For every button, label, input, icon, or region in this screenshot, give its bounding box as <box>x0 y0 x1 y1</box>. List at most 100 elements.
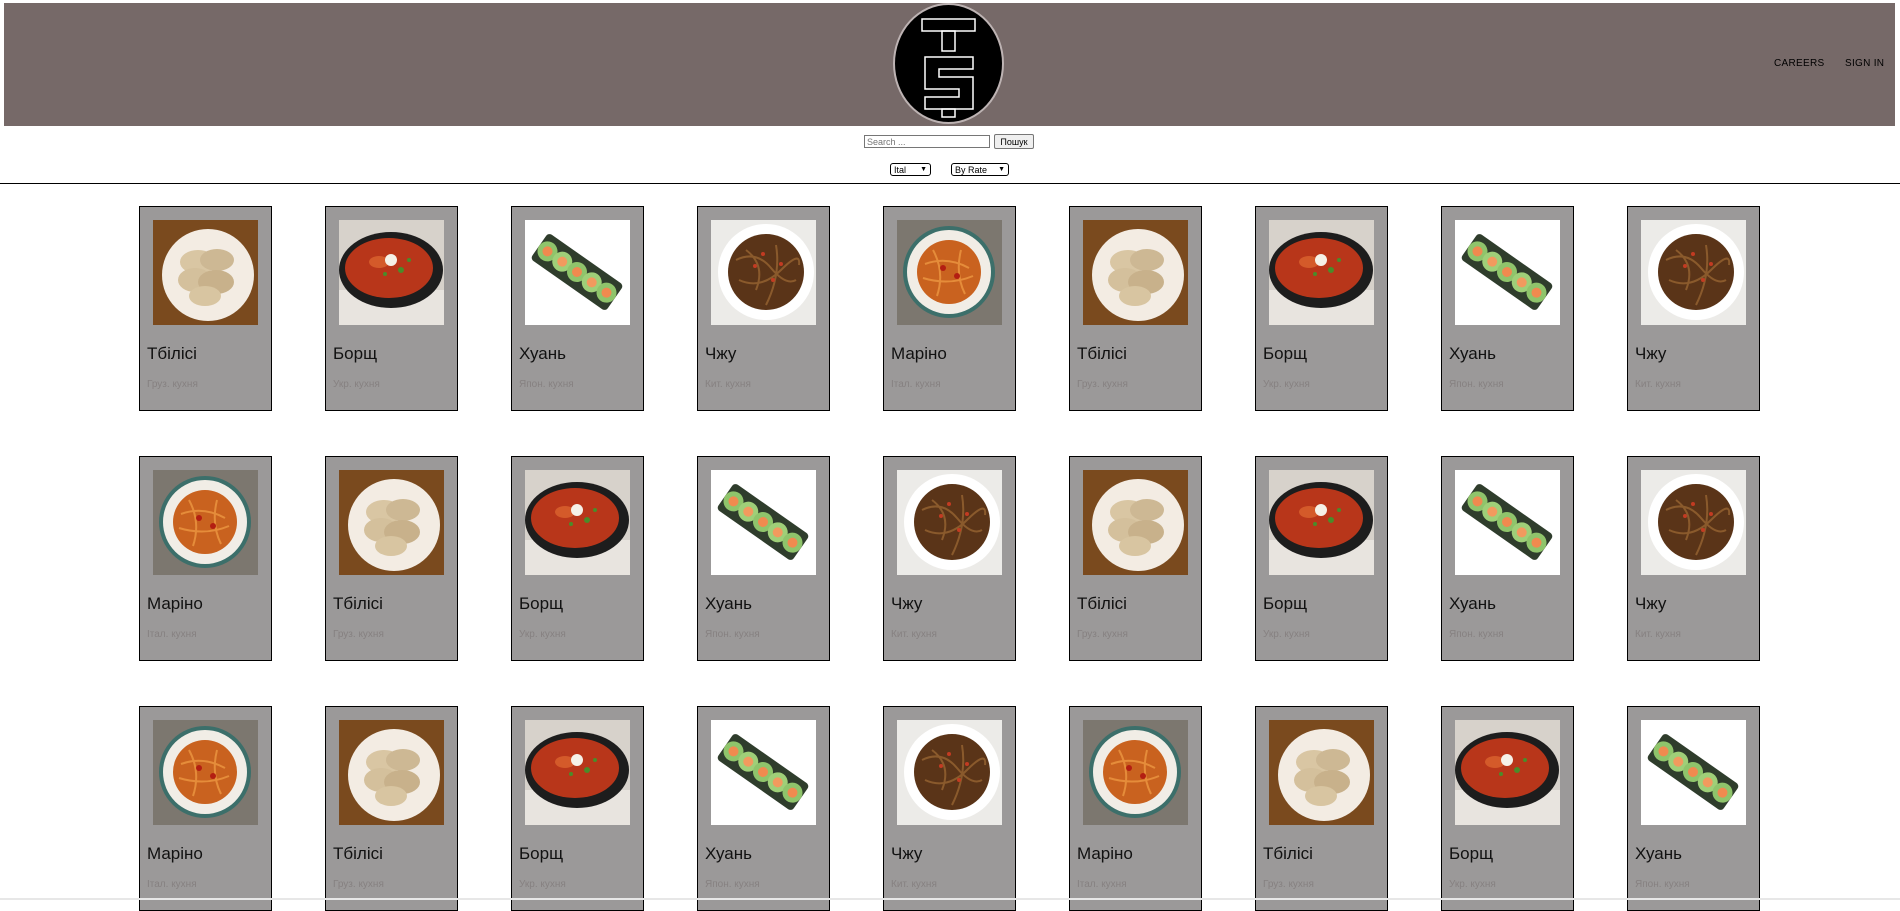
dish-card[interactable]: Чжу Кит. кухня <box>883 456 1016 661</box>
dish-card[interactable]: Маріно Італ. кухня <box>139 706 272 911</box>
dish-cuisine: Укр. кухня <box>519 629 566 640</box>
dish-image[interactable] <box>1455 220 1560 325</box>
dish-card[interactable]: Маріно Італ. кухня <box>883 206 1016 411</box>
dish-image[interactable] <box>525 470 630 575</box>
dish-image[interactable] <box>1269 220 1374 325</box>
dish-card[interactable]: Чжу Кит. кухня <box>883 706 1016 911</box>
dish-name: Хуань <box>705 594 752 613</box>
dish-card[interactable]: Борщ Укр. кухня <box>511 456 644 661</box>
chevron-down-icon: ▼ <box>920 166 927 173</box>
dish-image[interactable] <box>897 470 1002 575</box>
divider <box>0 183 1900 184</box>
sort-select[interactable]: By Rate ▼ <box>951 163 1009 176</box>
dish-image[interactable] <box>1083 220 1188 325</box>
dish-card[interactable]: Тбілісі Груз. кухня <box>1255 706 1388 911</box>
dish-image[interactable] <box>1455 720 1560 825</box>
dish-image[interactable] <box>1083 720 1188 825</box>
logo[interactable] <box>893 3 1004 124</box>
dish-name: Борщ <box>519 844 564 863</box>
dish-cuisine: Груз. кухня <box>1263 879 1314 890</box>
dish-card[interactable]: Борщ Укр. кухня <box>511 706 644 911</box>
dish-card[interactable]: Борщ Укр. кухня <box>1255 206 1388 411</box>
dish-name: Чжу <box>891 844 923 863</box>
dish-image[interactable] <box>1641 220 1746 325</box>
dish-card[interactable]: Тбілісі Груз. кухня <box>1069 456 1202 661</box>
dish-image[interactable] <box>711 470 816 575</box>
dish-cuisine: Кит. кухня <box>891 629 937 640</box>
cuisine-select-value: Ital <box>894 164 907 175</box>
dish-name: Чжу <box>705 344 737 363</box>
dish-card[interactable]: Хуань Япон. кухня <box>1441 456 1574 661</box>
dish-name: Чжу <box>891 594 923 613</box>
dish-cuisine: Кит. кухня <box>891 879 937 890</box>
dish-name: Борщ <box>1449 844 1494 863</box>
dish-image[interactable] <box>339 220 444 325</box>
dish-card[interactable]: Борщ Укр. кухня <box>1255 456 1388 661</box>
dish-cuisine: Япон. кухня <box>705 629 760 640</box>
dish-name: Борщ <box>1263 344 1308 363</box>
dish-card[interactable]: Чжу Кит. кухня <box>1627 456 1760 661</box>
dish-cuisine: Укр. кухня <box>1449 879 1496 890</box>
dish-cuisine: Япон. кухня <box>519 379 574 390</box>
dish-image[interactable] <box>153 470 258 575</box>
careers-link[interactable]: CAREERS <box>1774 58 1824 69</box>
dish-image[interactable] <box>339 720 444 825</box>
dish-image[interactable] <box>711 220 816 325</box>
dish-card[interactable]: Хуань Япон. кухня <box>697 706 830 911</box>
dish-card[interactable]: Маріно Італ. кухня <box>139 456 272 661</box>
dish-card[interactable]: Хуань Япон. кухня <box>697 456 830 661</box>
dish-name: Тбілісі <box>1077 594 1127 613</box>
dish-name: Борщ <box>1263 594 1308 613</box>
dish-name: Чжу <box>1635 594 1667 613</box>
dish-image[interactable] <box>1269 470 1374 575</box>
dish-card[interactable]: Чжу Кит. кухня <box>697 206 830 411</box>
dish-name: Борщ <box>519 594 564 613</box>
logo-icon <box>921 18 976 118</box>
dish-cuisine: Япон. кухня <box>1449 379 1504 390</box>
dish-image[interactable] <box>1641 720 1746 825</box>
dish-card[interactable]: Тбілісі Груз. кухня <box>139 206 272 411</box>
dish-name: Маріно <box>147 844 203 863</box>
dish-image[interactable] <box>897 220 1002 325</box>
dish-card[interactable]: Борщ Укр. кухня <box>325 206 458 411</box>
dish-card[interactable]: Маріно Італ. кухня <box>1069 706 1202 911</box>
dish-image[interactable] <box>525 220 630 325</box>
sign-in-link[interactable]: SIGN IN <box>1845 58 1884 69</box>
dish-cuisine: Груз. кухня <box>333 629 384 640</box>
dish-card[interactable]: Хуань Япон. кухня <box>511 206 644 411</box>
dish-card[interactable]: Хуань Япон. кухня <box>1627 706 1760 911</box>
dish-name: Борщ <box>333 344 378 363</box>
dish-image[interactable] <box>339 470 444 575</box>
search-button[interactable]: Пошук <box>994 134 1034 149</box>
chevron-down-icon: ▼ <box>998 166 1005 173</box>
dish-name: Чжу <box>1635 344 1667 363</box>
dish-card[interactable]: Тбілісі Груз. кухня <box>1069 206 1202 411</box>
dish-card[interactable]: Хуань Япон. кухня <box>1441 206 1574 411</box>
dish-cuisine: Укр. кухня <box>333 379 380 390</box>
dish-name: Маріно <box>891 344 947 363</box>
dish-image[interactable] <box>1083 470 1188 575</box>
dish-card[interactable]: Тбілісі Груз. кухня <box>325 706 458 911</box>
dish-image[interactable] <box>1269 720 1374 825</box>
dish-image[interactable] <box>1455 470 1560 575</box>
dish-image[interactable] <box>153 220 258 325</box>
dish-image[interactable] <box>153 720 258 825</box>
dish-cuisine: Груз. кухня <box>147 379 198 390</box>
dish-card[interactable]: Чжу Кит. кухня <box>1627 206 1760 411</box>
dish-image[interactable] <box>525 720 630 825</box>
dish-name: Тбілісі <box>333 594 383 613</box>
dish-name: Хуань <box>1449 344 1496 363</box>
dish-name: Тбілісі <box>1077 344 1127 363</box>
dish-card[interactable]: Тбілісі Груз. кухня <box>325 456 458 661</box>
dish-card[interactable]: Борщ Укр. кухня <box>1441 706 1574 911</box>
dish-cuisine: Укр. кухня <box>519 879 566 890</box>
search-input[interactable] <box>864 135 990 148</box>
dish-cuisine: Італ. кухня <box>891 379 941 390</box>
cuisine-select[interactable]: Ital ▼ <box>890 163 931 176</box>
dish-image[interactable] <box>897 720 1002 825</box>
dish-name: Маріно <box>147 594 203 613</box>
dish-image[interactable] <box>711 720 816 825</box>
dish-image[interactable] <box>1641 470 1746 575</box>
dish-name: Тбілісі <box>333 844 383 863</box>
sort-select-value: By Rate <box>955 164 988 175</box>
